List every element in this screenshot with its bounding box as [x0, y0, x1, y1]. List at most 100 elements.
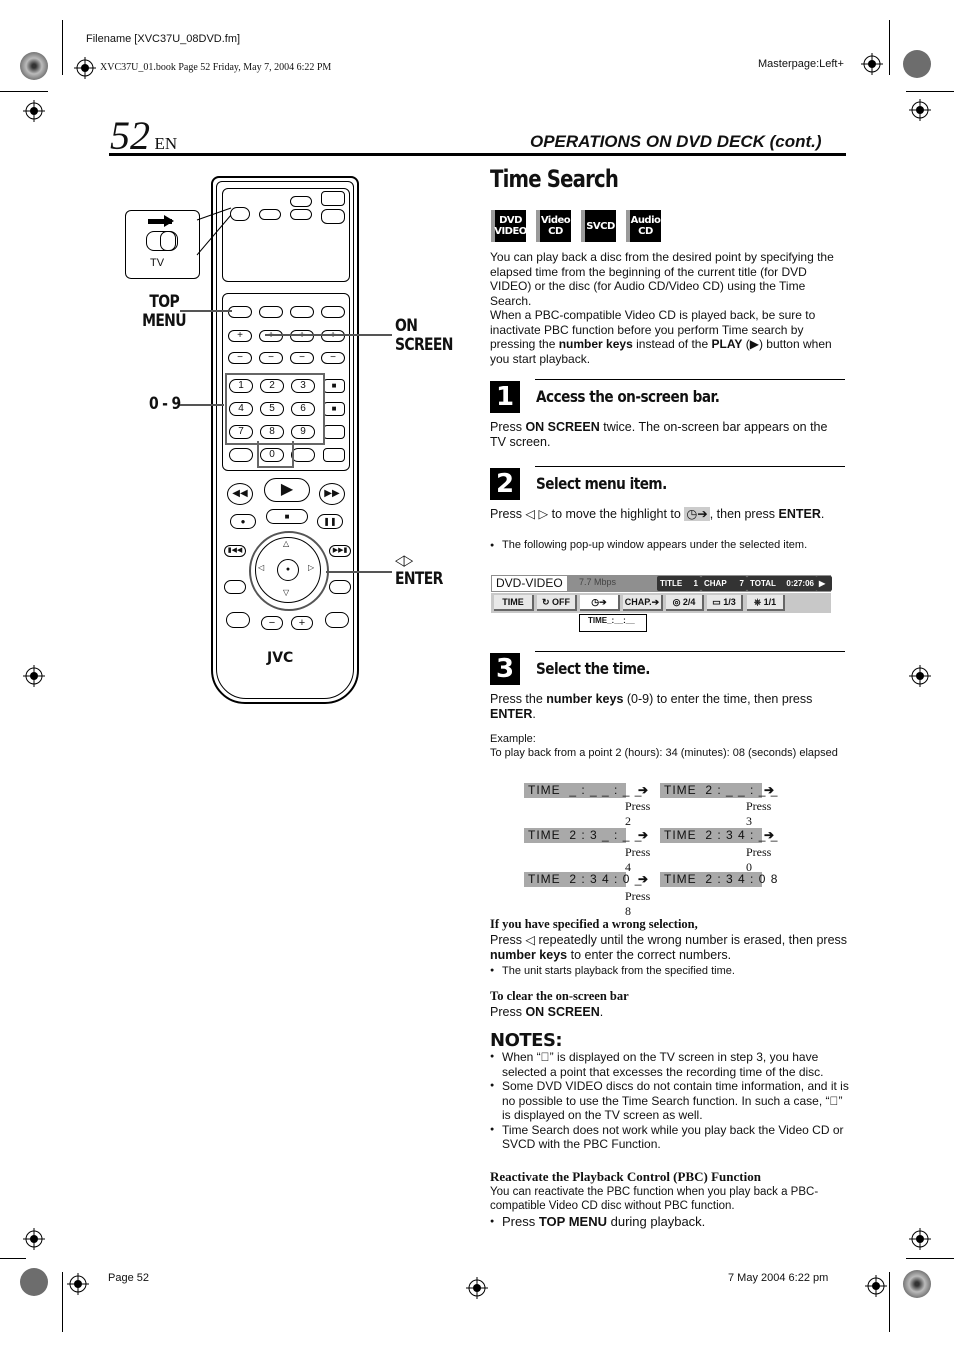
stop-button[interactable]: ■: [266, 509, 308, 524]
tv-switch[interactable]: [230, 207, 250, 221]
osd-angle-button[interactable]: ⎈ 1/1: [747, 595, 785, 611]
remote-button[interactable]: [321, 209, 345, 224]
bullet-item: The unit starts playback from the specif…: [490, 964, 850, 979]
note-item: Some DVD VIDEO discs do not contain time…: [490, 1079, 850, 1123]
crosshair-icon: [909, 665, 931, 687]
remote-button[interactable]: [259, 209, 281, 220]
arrows-label: ◁▷: [395, 551, 413, 569]
remote-button[interactable]: [229, 448, 253, 462]
minus-button[interactable]: −: [321, 352, 345, 364]
plus-button[interactable]: +: [321, 330, 345, 342]
step-3: 3 Select the time. Press the number keys…: [490, 651, 845, 781]
enter-label: ENTER: [395, 569, 443, 589]
osd-subtitle-button[interactable]: ▭ 1/3: [707, 595, 743, 611]
wrong-selection-text: Press ◁ repeatedly until the wrong numbe…: [490, 932, 848, 963]
reactivate-text: You can reactivate the PBC function when…: [490, 1185, 819, 1212]
osd-time-button[interactable]: TIME: [494, 595, 534, 611]
osd-mode: DVD-VIDEO: [492, 576, 567, 591]
wrong-selection-bullets: The unit starts playback from the specif…: [490, 964, 850, 979]
arrow-icon: ➔: [638, 783, 649, 797]
time-display: TIME 2 : 3 _ : _ _: [524, 828, 641, 843]
skip-back-button[interactable]: ▮◀◀: [224, 545, 246, 557]
left-arrow-icon: ◁: [258, 563, 265, 572]
remote-button[interactable]: [290, 209, 312, 220]
enter-button[interactable]: ●: [277, 559, 299, 581]
plus-button[interactable]: +: [228, 330, 252, 342]
page-language: EN: [154, 134, 178, 153]
osd-chapter-search-button[interactable]: CHAP.➔: [623, 595, 663, 611]
minus-button[interactable]: −: [290, 352, 314, 364]
print-masterpage: Masterpage:Left+: [758, 58, 844, 70]
plus-button[interactable]: +: [290, 330, 314, 342]
time-popup: TIME_:__:__: [579, 614, 647, 632]
bullet-item: The following pop-up window appears unde…: [490, 539, 840, 553]
osd-time-search-button[interactable]: ◷➔: [580, 595, 620, 611]
step-heading: Select the time.: [536, 659, 650, 678]
time-display: TIME 2 : _ _ : _ _: [660, 783, 777, 798]
wrong-selection: If you have specified a wrong selection,…: [490, 917, 850, 964]
example-text: Example: To play back from a point 2 (ho…: [490, 733, 838, 759]
reactivate-pbc: Reactivate the Playback Control (PBC) Fu…: [490, 1169, 850, 1213]
remote-button[interactable]: ■: [323, 402, 345, 416]
volume-up-button[interactable]: +: [291, 616, 313, 630]
time-display: TIME 2 : 3 4 : 0 8: [660, 872, 777, 887]
press-label: Press 2: [625, 799, 651, 828]
notes-heading: NOTES:: [490, 1030, 563, 1051]
print-book-info: XVC37U_01.book Page 52 Friday, May 7, 20…: [100, 62, 332, 73]
play-button[interactable]: ▶: [264, 478, 310, 502]
on-screen-button[interactable]: +: [259, 330, 283, 342]
press-label: Press 4: [625, 845, 651, 874]
fast-forward-button[interactable]: ▶▶: [319, 483, 345, 505]
step-number: 1: [490, 381, 520, 413]
remote-button[interactable]: ■: [323, 379, 345, 393]
page-number: 52: [110, 113, 150, 158]
step-bullets: The following pop-up window appears unde…: [490, 539, 840, 553]
crosshair-icon: [74, 57, 96, 79]
osd-chapter: CHAP 7: [701, 576, 747, 591]
wrong-selection-heading: If you have specified a wrong selection,: [490, 917, 698, 931]
press-label: Press 8: [625, 889, 651, 918]
print-filename: Filename [XVC37U_08DVD.fm]: [86, 33, 241, 45]
remote-button[interactable]: [321, 306, 345, 318]
step-number: 2: [490, 468, 520, 500]
step-1: 1 Access the on-screen bar. Press ON SCR…: [490, 379, 845, 459]
skip-forward-button[interactable]: ▶▶▮: [329, 545, 351, 557]
remote-button[interactable]: [290, 306, 314, 318]
badge-audio-cd: Audio CD: [626, 210, 661, 242]
intro-paragraph-1: You can play back a disc from the desire…: [490, 250, 834, 308]
remote-button[interactable]: [226, 612, 250, 628]
remote-button[interactable]: [291, 448, 315, 462]
step-text: Press ◁ ▷ to move the highlight to ◷➔, t…: [490, 507, 825, 521]
remote-button[interactable]: [290, 196, 312, 207]
intro-paragraph-2: When a PBC-compatible Video CD is played…: [490, 308, 832, 366]
remote-button[interactable]: [329, 580, 351, 594]
minus-button[interactable]: −: [228, 352, 252, 364]
right-arrow-icon: ▷: [308, 563, 315, 572]
record-button[interactable]: ●: [230, 514, 256, 529]
crosshair-icon: [23, 665, 45, 687]
color-target-icon: [903, 50, 931, 78]
top-menu-button[interactable]: [228, 306, 252, 318]
reactivate-heading: Reactivate the Playback Control (PBC) Fu…: [490, 1169, 761, 1184]
time-search-icon: ◷➔: [684, 507, 710, 521]
remote-button[interactable]: [323, 448, 345, 462]
crosshair-icon: [909, 99, 931, 121]
remote-button[interactable]: [321, 191, 345, 206]
minus-button[interactable]: −: [259, 352, 283, 364]
remote-button[interactable]: [325, 612, 349, 628]
badge-svcd: SVCD: [581, 210, 616, 242]
rewind-button[interactable]: ◀◀: [227, 483, 253, 505]
disc-badges: DVD VIDEO Video CD SVCD Audio CD: [491, 210, 661, 242]
osd-audio-button[interactable]: ◎ 2/4: [666, 595, 704, 611]
remote-button[interactable]: [323, 425, 345, 439]
pause-button[interactable]: ❚❚: [317, 514, 343, 529]
press-label: Press 3: [746, 799, 772, 828]
remote-button[interactable]: [224, 580, 246, 594]
osd-title: TITLE 1: [657, 576, 701, 591]
volume-down-button[interactable]: −: [261, 616, 283, 630]
remote-button[interactable]: [259, 306, 283, 318]
section-title: OPERATIONS ON DVD DECK (cont.): [530, 132, 822, 151]
intro-text: You can play back a disc from the desire…: [490, 250, 848, 366]
crosshair-icon: [466, 1277, 488, 1299]
osd-repeat-button[interactable]: ↻ OFF: [537, 595, 577, 611]
